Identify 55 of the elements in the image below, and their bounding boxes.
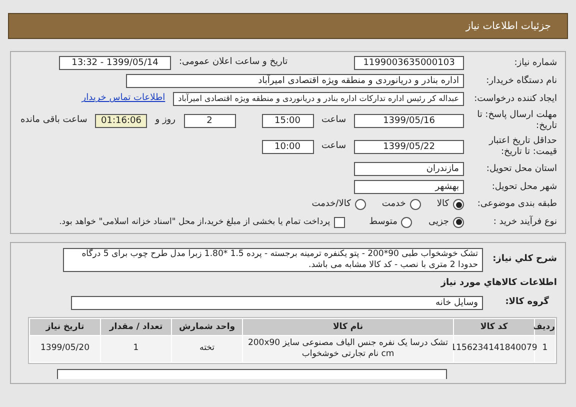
column-header: ردیف — [535, 318, 555, 334]
text-field[interactable]: 1399/05/16 — [354, 114, 464, 128]
text-field[interactable]: 1399/05/14 - 13:32 — [59, 56, 171, 70]
text-field[interactable]: 10:00 — [262, 140, 314, 154]
field-label: ایجاد کننده درخواست: — [473, 94, 557, 104]
field-label: استان محل تحویل: — [485, 164, 557, 174]
field-label: شرح کلي نياز: — [492, 253, 557, 266]
header-title: جزئیات اطلاعات نیاز — [466, 20, 551, 34]
field-label: مهلت ارسال پاسخ: تا تاریخ: — [476, 110, 557, 132]
checkbox[interactable] — [334, 216, 346, 228]
text-field[interactable]: 01:16:06 — [95, 114, 148, 128]
text-field[interactable]: 1199003635000103 — [354, 56, 464, 70]
field-label: تاریخ و ساعت اعلان عمومی: — [179, 56, 288, 70]
column-header: نام کالا — [243, 318, 453, 334]
text-field[interactable]: اداره بنادر و دریانوردی و منطقه ویژه اقتصادی امیرآباد — [126, 74, 464, 88]
section-title: اطلاعات کالاهاي مورد نياز — [440, 277, 557, 290]
field-label: نوع فرآیند خرید : — [492, 216, 557, 228]
text-field[interactable]: 1399/05/22 — [354, 140, 464, 154]
column-header: تاریخ نیاز — [30, 318, 100, 334]
radio-button[interactable] — [401, 216, 412, 228]
radio-label: متوسط — [369, 216, 398, 228]
field-label: شماره نیاز: — [513, 58, 557, 68]
text-field[interactable]: بهشهر — [354, 180, 464, 194]
remaining-label: ساعت باقی مانده — [20, 114, 88, 128]
field-label: شهر محل تحویل: — [490, 182, 557, 192]
days-label: روز و — [155, 114, 176, 128]
description-box[interactable]: تشک خوشخواب طبی 90*200 - پتو یکنفره ترمینه برجسته - پرده 1.5 *1.80 زبرا مدل طرح چوب برای 5 درگاه حدودا 2 متری با نصب - کد کالا مشابه می باشد. — [63, 248, 483, 272]
treasury-note: پرداخت تمام یا بخشی از مبلغ خرید،از محل "اسناد خزانه اسلامی" خواهد بود. — [59, 216, 330, 229]
contact-link[interactable]: اطلاعات تماس خریدار — [82, 92, 166, 106]
field-label: طبقه بندی موضوعی: — [476, 199, 557, 210]
table-cell: تشک درسا یک نفره جنس الیاف مصنوعی سایز 200x90 cm نام تجارتی خوشخواب — [243, 336, 453, 362]
column-header: تعداد / مقدار — [101, 318, 171, 334]
text-field[interactable]: 2 — [184, 114, 236, 128]
radio-label: کالا/خدمت — [312, 198, 351, 211]
text-field[interactable]: وسایل خانه — [71, 296, 483, 310]
time-label: ساعت — [322, 114, 346, 128]
column-header: کد کالا — [454, 318, 534, 334]
table-cell: تخته — [172, 336, 242, 362]
field-label: نام دستگاه خریدار: — [485, 76, 557, 86]
time-label: ساعت — [322, 140, 346, 154]
table-cell: 1399/05/20 — [30, 336, 100, 362]
radio-button[interactable] — [410, 199, 421, 210]
radio-button[interactable] — [453, 199, 464, 210]
text-field[interactable]: 15:00 — [262, 114, 314, 128]
field-label: حداقل تاریخ اعتبار قیمت: تا تاریخ: — [488, 136, 557, 158]
radio-label: خدمت — [382, 198, 406, 211]
field-label: گروه کالا: — [504, 296, 550, 309]
text-field[interactable]: مازندران — [354, 162, 464, 176]
radio-label: کالا — [436, 198, 449, 211]
table-cell: 1 — [101, 336, 171, 362]
text-field[interactable]: عبداله کر رئیس اداره تدارکات اداره بنادر و دریانوردی و منطقه ویژه اقتصادی امیرآباد — [173, 92, 464, 106]
radio-button[interactable] — [453, 216, 464, 228]
radio-button[interactable] — [354, 199, 366, 210]
radio-label: جزیی — [428, 216, 449, 228]
column-header: واحد شمارش — [172, 318, 242, 334]
